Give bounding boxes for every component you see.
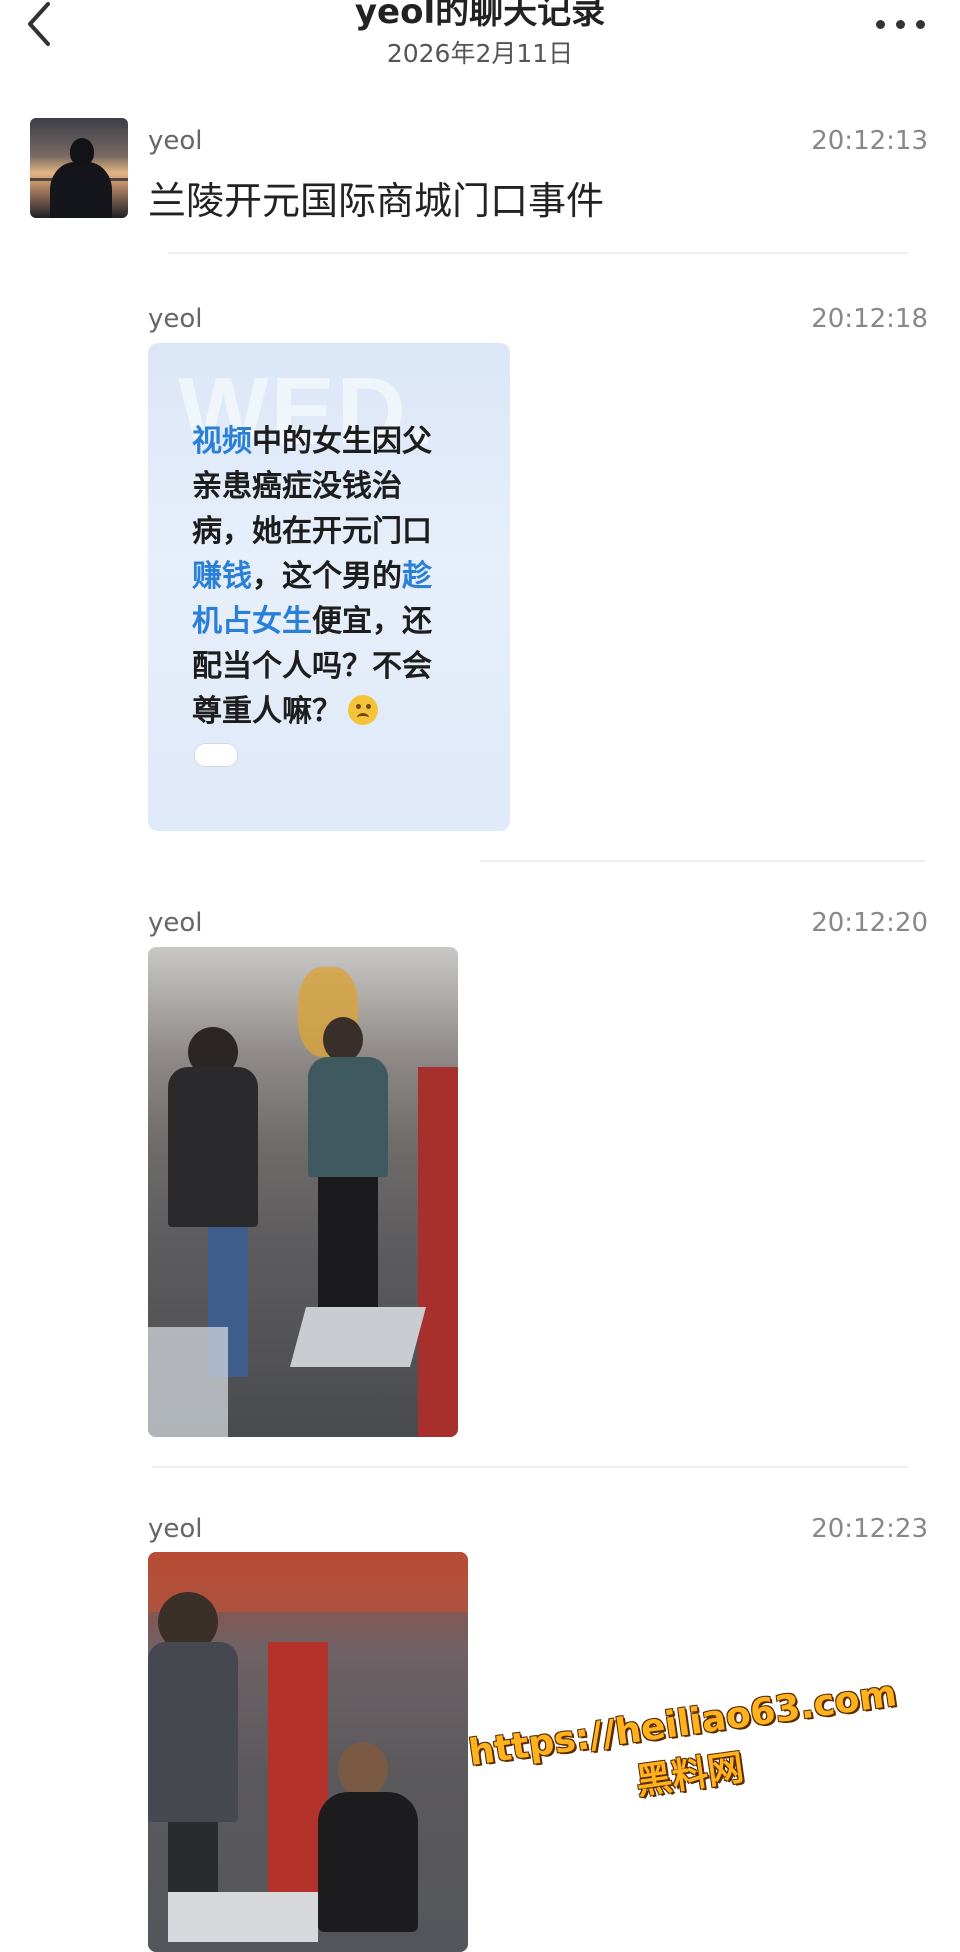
message-divider xyxy=(168,252,908,254)
highlighted-text: 趁 xyxy=(402,559,432,594)
message-divider xyxy=(480,860,925,862)
chat-date: 2026年2月11日 xyxy=(386,39,574,68)
street-scene-photo-2[interactable] xyxy=(148,1552,468,1952)
card-text-line: 配当个人吗？不会 xyxy=(192,644,482,689)
highlighted-text: 机占女生 xyxy=(192,604,312,639)
card-text-line: 机占女生便宜，还 xyxy=(192,599,482,644)
card-text-segment: ，这个男的 xyxy=(252,559,402,594)
street-scene-photo-1[interactable] xyxy=(148,947,458,1437)
message-time: 20:12:13 xyxy=(811,126,928,156)
message-text[interactable]: 兰陵开元国际商城门口事件 xyxy=(148,170,604,225)
card-text-segment: 尊重人嘛？ xyxy=(192,694,342,729)
message-time: 20:12:18 xyxy=(811,304,928,334)
crying-face-emoji xyxy=(348,694,378,725)
page-title: yeol的聊天记录 xyxy=(354,0,606,32)
sender-name: yeol xyxy=(148,908,203,938)
card-text-line: 视频中的女生因父 xyxy=(192,419,482,464)
card-text: 视频中的女生因父 亲患癌症没钱治 病，她在开元门口 赚钱，这个男的趁 机占女生便宜，还配… xyxy=(192,419,482,734)
site-watermark: https://heiliao63.com 黑料网 xyxy=(462,1673,911,1828)
message-time: 20:12:20 xyxy=(811,908,928,938)
card-tag xyxy=(194,743,238,767)
card-text-segment: 配当个人吗？不会 xyxy=(192,649,432,684)
card-text-segment: 中的女生因父 xyxy=(252,424,432,459)
sender-name: yeol xyxy=(148,126,203,156)
card-text-line: 亲患癌症没钱治 xyxy=(192,464,482,509)
highlighted-text: 赚钱 xyxy=(192,559,252,594)
message-time: 20:12:23 xyxy=(811,1514,928,1544)
sender-name: yeol xyxy=(148,1514,203,1544)
chat-history-header: yeol的聊天记录 2026年2月11日 xyxy=(0,0,960,80)
image-card[interactable]: WED. 视频中的女生因父 亲患癌症没钱治 病，她在开元门口 赚钱，这个男的趁 机占女生… xyxy=(148,343,510,831)
sender-name: yeol xyxy=(148,304,203,334)
avatar[interactable] xyxy=(30,118,128,218)
card-text-line: 尊重人嘛？ xyxy=(192,689,482,734)
card-text-segment: 病，她在开元门口 xyxy=(192,514,432,549)
card-text-segment: 便宜，还 xyxy=(312,604,432,639)
highlighted-text: 视频 xyxy=(192,424,252,459)
message-divider xyxy=(152,1466,908,1468)
more-dots-icon[interactable] xyxy=(876,18,926,32)
card-text-line: 病，她在开元门口 xyxy=(192,509,482,554)
card-text-line: 赚钱，这个男的趁 xyxy=(192,554,482,599)
card-text-segment: 亲患癌症没钱治 xyxy=(192,469,402,504)
